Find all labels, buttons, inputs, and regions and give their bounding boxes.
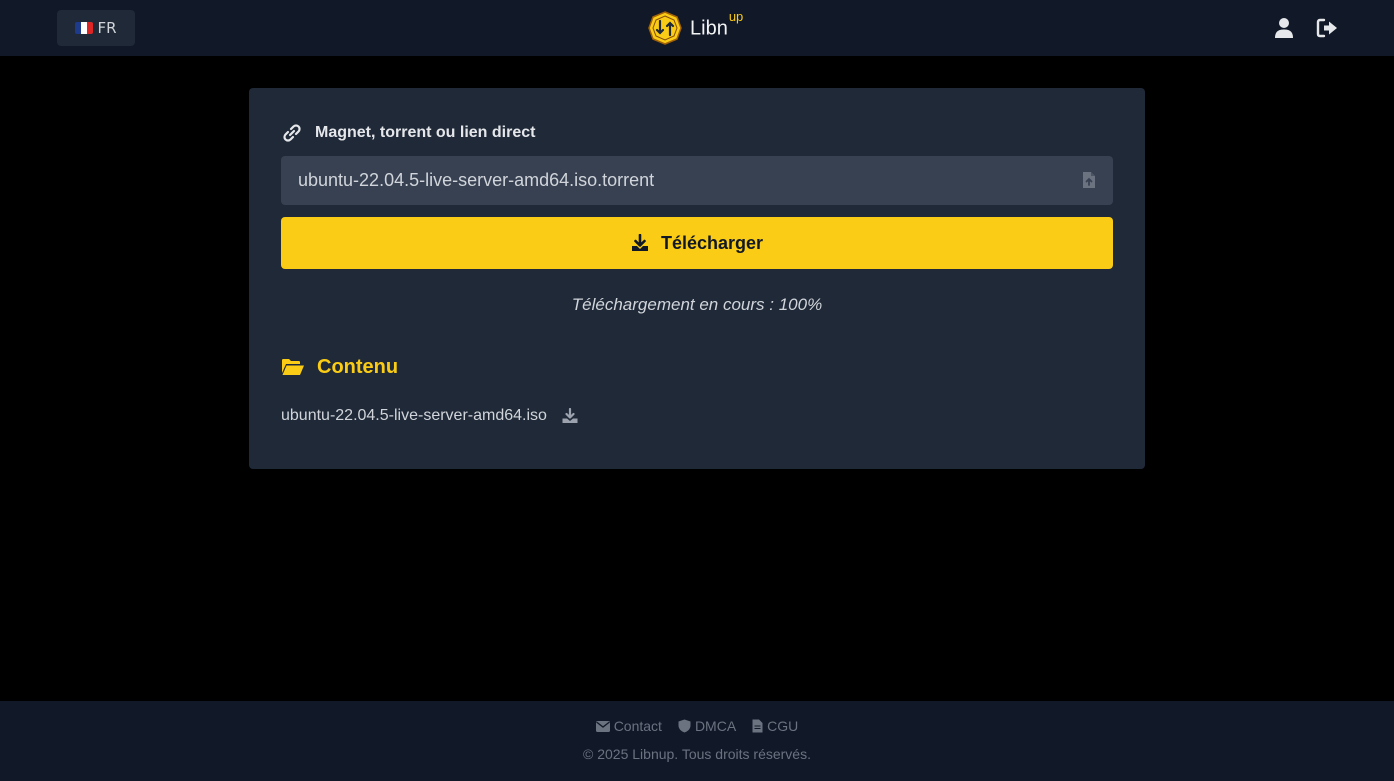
input-label-row: Magnet, torrent ou lien direct	[281, 122, 535, 144]
file-download-icon[interactable]	[561, 408, 579, 424]
logo[interactable]: Libnup	[648, 9, 744, 46]
footer-link-contact[interactable]: Contact	[595, 718, 662, 734]
language-switcher[interactable]: FR	[57, 10, 135, 46]
logo-superscript: up	[728, 9, 744, 25]
logout-icon[interactable]	[1315, 16, 1339, 40]
link-icon	[283, 124, 301, 142]
copyright: © 2025 Libnup. Tous droits réservés.	[583, 746, 811, 762]
document-icon	[752, 719, 763, 733]
footer-links: Contact DMCA CGU	[0, 718, 1394, 734]
download-status: Téléchargement en cours : 100%	[571, 295, 823, 314]
logo-icon	[648, 11, 682, 45]
footer-link-cgu[interactable]: CGU	[752, 718, 798, 734]
file-upload-icon[interactable]	[1079, 170, 1099, 190]
envelope-icon	[595, 720, 610, 732]
france-flag-icon	[75, 22, 94, 34]
download-button[interactable]: Télécharger	[281, 217, 1113, 269]
language-label: FR	[97, 19, 117, 37]
footer: Contact DMCA CGU © 2025 Libnup. Tous dro…	[0, 701, 1394, 781]
list-item: ubuntu-22.04.5-live-server-amd64.iso	[281, 406, 579, 426]
content-section-title: Contenu	[281, 354, 398, 380]
user-icon[interactable]	[1272, 16, 1296, 40]
content-title: Contenu	[317, 355, 399, 378]
top-header: FR Libnup	[0, 0, 1394, 56]
logo-text: Libnup	[690, 9, 744, 40]
shield-icon	[678, 719, 691, 733]
download-card: Magnet, torrent ou lien direct Télécharg…	[249, 88, 1145, 469]
footer-link-dmca[interactable]: DMCA	[678, 718, 736, 734]
link-input-wrapper	[281, 156, 1113, 205]
input-label: Magnet, torrent ou lien direct	[315, 124, 536, 141]
download-button-label: Télécharger	[660, 232, 764, 253]
link-input[interactable]	[281, 156, 1113, 205]
file-name: ubuntu-22.04.5-live-server-amd64.iso	[281, 407, 547, 424]
download-icon	[631, 234, 648, 251]
folder-open-icon	[282, 359, 304, 375]
